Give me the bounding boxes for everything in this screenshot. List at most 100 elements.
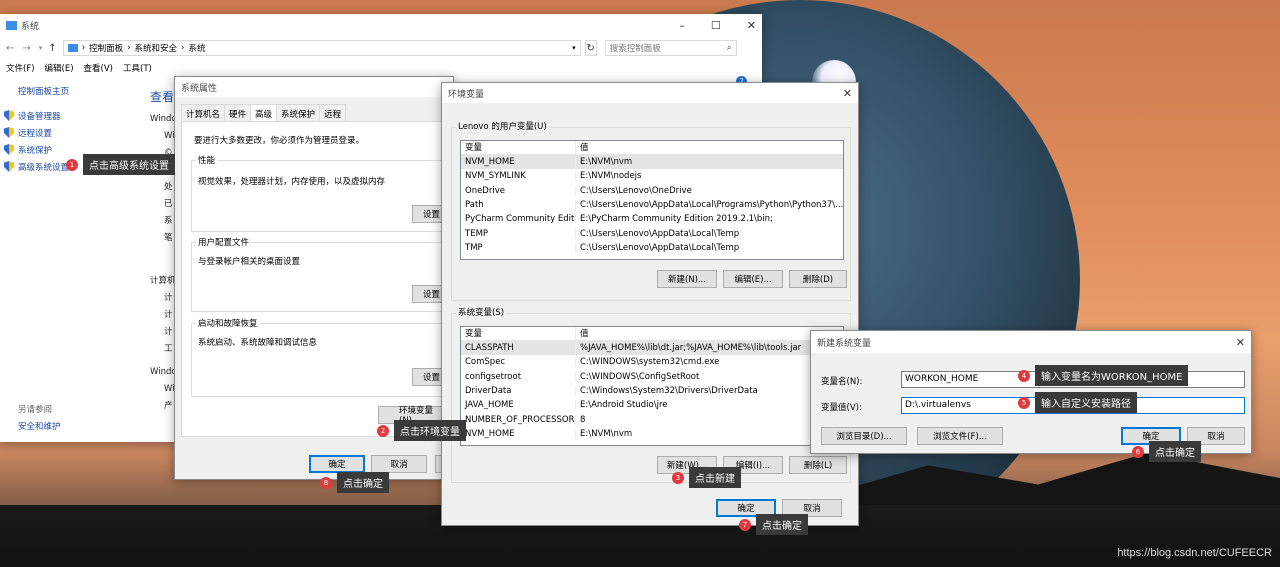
table-row[interactable]: PyCharm Community Editi... E:\PyCharm Com… — [461, 212, 843, 226]
sidebar-item-label: 系统保护 — [18, 145, 53, 156]
browse-file-button[interactable]: 浏览文件(F)... — [917, 427, 1003, 445]
environment-variables-dialog: 环境变量 ✕ Lenovo 的用户变量(U) 变量 值 NVM_HOME E:\N… — [441, 82, 859, 526]
address-row: ← → ▾ ↑ › 控制面板 › 系统和安全 › 系统 ▾ ↻ 搜索控制面板 ⌕ — [0, 38, 762, 58]
table-row[interactable]: ComSpec C:\WINDOWS\system32\cmd.exe — [461, 355, 843, 369]
address-dropdown-icon[interactable]: ▾ — [572, 44, 576, 52]
user-profile-group: 用户配置文件 与登录帐户相关的桌面设置 设置 — [191, 236, 454, 312]
variable-name: TEMP — [465, 228, 489, 239]
variable-name: ComSpec — [465, 357, 506, 368]
table-row[interactable]: TMP C:\Users\Lenovo\AppData\Local\Temp — [461, 241, 843, 255]
partial-row: 处 — [164, 182, 173, 192]
table-row[interactable]: TEMP C:\Users\Lenovo\AppData\Local\Temp — [461, 226, 843, 240]
variable-value: E:\NVM\nodejs — [575, 171, 843, 182]
table-row[interactable]: NVM_SYMLINK E:\NVM\nodejs — [461, 169, 843, 183]
breadcrumb-item[interactable]: 系统和安全 — [135, 42, 178, 54]
partial-row: 笔 — [164, 233, 173, 243]
newvar-title: 新建系统变量 — [817, 338, 872, 349]
variable-value: E:\Android Studio\jre — [575, 400, 843, 411]
partial-row: 已 — [164, 199, 173, 209]
close-icon[interactable]: ✕ — [747, 19, 756, 32]
see-also-security-link[interactable]: 安全和维护 — [18, 420, 61, 432]
variable-name: TMP — [465, 242, 483, 253]
variable-name: Path — [465, 200, 484, 211]
variable-value-label: 变量值(V): — [821, 403, 862, 413]
newvar-titlebar: 新建系统变量 ✕ — [811, 331, 1251, 353]
user-new-button[interactable]: 新建(N)... — [657, 270, 717, 288]
column-header-variable[interactable]: 变量 — [461, 327, 575, 340]
sidebar-item-label: 高级系统设置 — [18, 162, 70, 173]
browse-directory-button[interactable]: 浏览目录(D)... — [821, 427, 907, 445]
search-placeholder: 搜索控制面板 — [609, 44, 661, 54]
system-variables-list[interactable]: 变量 值 CLASSPATH %JAVA_HOME%\lib\dt.jar;%JA… — [460, 326, 844, 446]
variable-name: OneDrive — [465, 185, 505, 196]
table-row[interactable]: NVM_HOME E:\NVM\nvm — [461, 427, 843, 441]
user-edit-button[interactable]: 编辑(E)... — [723, 270, 783, 288]
breadcrumb-item[interactable]: 系统 — [188, 42, 205, 54]
callout-label: 点击环境变量 — [394, 420, 466, 441]
sidebar-home-link[interactable]: 控制面板主页 — [4, 82, 144, 99]
address-bar[interactable]: › 控制面板 › 系统和安全 › 系统 ▾ — [62, 40, 581, 56]
system-delete-button[interactable]: 删除(L) — [789, 456, 847, 474]
forward-icon[interactable]: → — [22, 43, 30, 54]
menu-edit[interactable]: 编辑(E) — [45, 62, 74, 74]
control-panel-icon — [67, 44, 78, 52]
variable-value: C:\Users\Lenovo\AppData\Local\Temp — [575, 242, 843, 253]
user-delete-button[interactable]: 删除(D) — [789, 270, 847, 288]
step-number: 5 — [1018, 396, 1030, 409]
admin-notice: 要进行大多数更改，你必须作为管理员登录。 — [194, 136, 365, 146]
user-variables-list[interactable]: 变量 值 NVM_HOME E:\NVM\nvm NVM_SYMLINK E:\NV… — [460, 140, 844, 260]
sidebar-item-remote-settings[interactable]: 远程设置 — [4, 124, 144, 141]
performance-group: 性能 视觉效果，处理器计划，内存使用，以及虚拟内存 设置 — [191, 154, 454, 232]
sysprops-cancel-button[interactable]: 取消 — [371, 455, 427, 473]
variable-value: 8 — [575, 414, 843, 425]
system-variables-label: 系统变量(S) — [456, 306, 507, 318]
menu-view[interactable]: 查看(V) — [84, 62, 113, 74]
system-variables-group: 系统变量(S) 变量 值 CLASSPATH %JAVA_HOME%\lib\dt… — [451, 306, 851, 483]
table-row[interactable]: OneDrive C:\Users\Lenovo\OneDrive — [461, 184, 843, 198]
close-icon[interactable]: ✕ — [843, 87, 852, 100]
table-row[interactable]: NVM_HOME E:\NVM\nvm — [461, 155, 843, 170]
variable-value: C:\Users\Lenovo\AppData\Local\Temp — [575, 228, 843, 239]
user-profile-desc: 与登录帐户相关的桌面设置 — [198, 257, 301, 267]
minimize-icon[interactable]: – — [679, 19, 685, 32]
menu-bar: 文件(F) 编辑(E) 查看(V) 工具(T) — [6, 62, 152, 74]
watermark: https://blog.csdn.net/CUFEECR — [1117, 547, 1272, 559]
performance-desc: 视觉效果，处理器计划，内存使用，以及虚拟内存 — [198, 177, 386, 187]
menu-tools[interactable]: 工具(T) — [123, 62, 152, 74]
callout-step-2: 2 点击环境变量 — [377, 420, 466, 441]
envvars-titlebar: 环境变量 ✕ — [442, 83, 858, 103]
sidebar-item-device-manager[interactable]: 设备管理器 — [4, 107, 144, 124]
table-row[interactable]: JAVA_HOME E:\Android Studio\jre — [461, 398, 843, 412]
back-icon[interactable]: ← — [6, 43, 14, 54]
startup-recovery-group: 启动和故障恢复 系统启动、系统故障和调试信息 设置 — [191, 317, 454, 397]
step-number: 2 — [377, 424, 389, 437]
partial-row: 计 — [164, 327, 173, 337]
sysprops-ok-button[interactable]: 确定 — [309, 455, 365, 473]
table-row[interactable]: NUMBER_OF_PROCESSORS 8 — [461, 412, 843, 426]
column-header-value[interactable]: 值 — [575, 141, 843, 154]
maximize-icon[interactable]: ☐ — [711, 19, 721, 32]
variable-value: %JAVA_HOME%\lib\dt.jar;%JAVA_HOME%\lib\t… — [575, 343, 843, 354]
sidebar-item-label: 设备管理器 — [18, 111, 61, 122]
refresh-icon[interactable]: ↻ — [584, 40, 597, 56]
step-number: 6 — [1132, 445, 1144, 458]
user-variables-label: Lenovo 的用户变量(U) — [456, 120, 549, 132]
column-header-variable[interactable]: 变量 — [461, 141, 575, 154]
table-row[interactable]: DriverData C:\Windows\System32\Drivers\Dr… — [461, 384, 843, 398]
table-row[interactable]: configsetroot C:\WINDOWS\ConfigSetRoot — [461, 370, 843, 384]
callout-step-6: 6 点击确定 — [1132, 441, 1201, 462]
history-dropdown-icon[interactable]: ▾ — [39, 44, 43, 52]
column-header-value[interactable]: 值 — [575, 327, 843, 340]
breadcrumb-item[interactable]: 控制面板 — [89, 42, 123, 54]
table-row[interactable]: Path C:\Users\Lenovo\AppData\Local\Progra… — [461, 198, 843, 212]
up-icon[interactable]: ↑ — [48, 43, 56, 54]
close-icon[interactable]: ✕ — [1236, 336, 1245, 349]
variable-value: C:\Users\Lenovo\AppData\Local\Programs\P… — [575, 200, 843, 211]
table-row[interactable]: CLASSPATH %JAVA_HOME%\lib\dt.jar;%JAVA_HO… — [461, 341, 843, 356]
partial-row: Windo — [150, 367, 177, 377]
search-input[interactable]: 搜索控制面板 ⌕ — [604, 40, 737, 56]
system-variables-header: 变量 值 — [461, 327, 843, 341]
menu-file[interactable]: 文件(F) — [6, 62, 35, 74]
variable-value: C:\WINDOWS\system32\cmd.exe — [575, 357, 843, 368]
partial-row: 产 — [164, 401, 173, 411]
